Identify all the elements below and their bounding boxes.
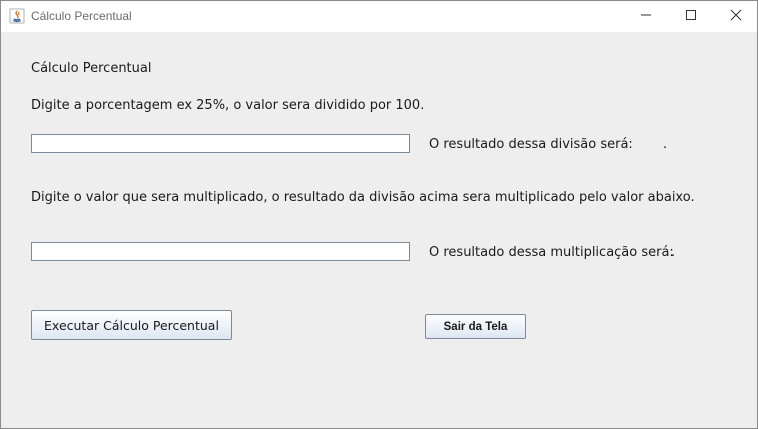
- division-result-label: O resultado dessa divisão será:: [429, 137, 633, 152]
- execute-calculation-button[interactable]: Executar Cálculo Percentual: [31, 310, 232, 340]
- app-window: Cálculo Percentual Cálculo Percentual Di…: [0, 0, 758, 429]
- exit-button[interactable]: Sair da Tela: [425, 314, 526, 339]
- division-result-value: .: [663, 137, 668, 152]
- minimize-button[interactable]: [623, 1, 669, 32]
- java-icon: [9, 8, 25, 24]
- form-heading: Cálculo Percentual: [31, 61, 152, 76]
- close-button[interactable]: [713, 1, 758, 32]
- maximize-icon: [685, 8, 697, 26]
- form-panel: Cálculo Percentual Digite a porcentagem …: [1, 32, 757, 428]
- multiplication-result-value: .: [671, 245, 676, 260]
- percent-instruction: Digite a porcentagem ex 25%, o valor ser…: [31, 98, 425, 113]
- window-title: Cálculo Percentual: [31, 9, 132, 23]
- value-input[interactable]: [31, 242, 410, 261]
- multiplication-result-label: O resultado dessa multiplicação será:: [429, 245, 674, 260]
- minimize-icon: [640, 8, 652, 26]
- maximize-button[interactable]: [668, 1, 714, 32]
- close-icon: [730, 8, 742, 26]
- value-instruction: Digite o valor que sera multiplicado, o …: [31, 190, 695, 205]
- title-bar[interactable]: Cálculo Percentual: [1, 1, 757, 32]
- percent-input[interactable]: [31, 134, 410, 153]
